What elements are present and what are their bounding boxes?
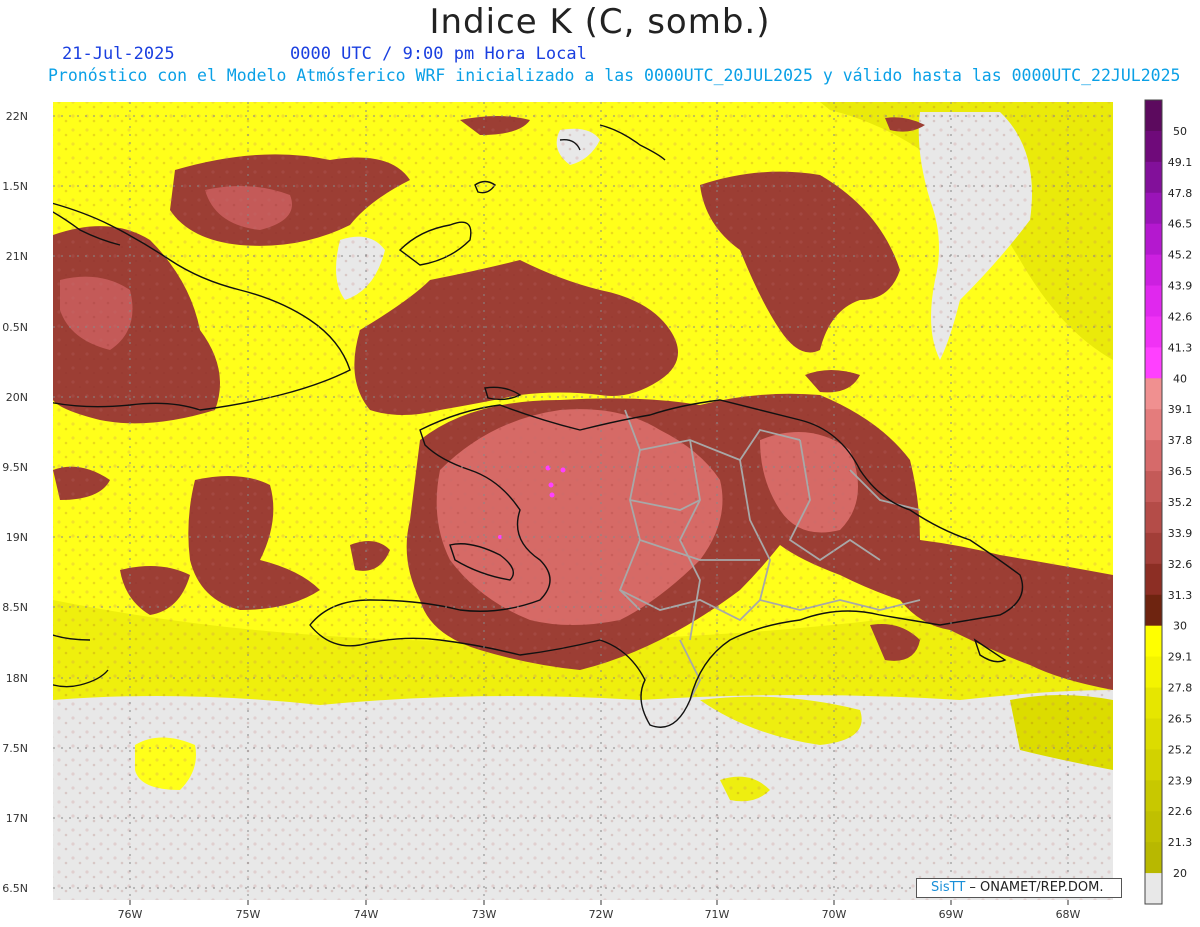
legend-swatch [1145,687,1162,719]
legend-label: 22.6 [1168,805,1193,818]
legend-swatch [1145,718,1162,750]
map-field [53,102,1113,900]
legend-label: 20 [1173,867,1187,880]
legend-swatch [1145,130,1162,163]
k-max-spot [548,482,554,488]
legend-label: 45.2 [1168,249,1193,262]
legend-label: 29.1 [1168,651,1193,664]
legend-swatch [1145,161,1162,194]
lat-label: 9.5N [2,461,28,474]
legend-label: 27.8 [1168,682,1193,695]
credit-org: – ONAMET/REP.DOM. [965,880,1104,895]
lon-label: 69W [939,908,964,921]
lat-label: 17N [6,812,28,825]
legend-swatch [1145,563,1162,596]
legend-swatch [1145,749,1162,781]
legend-swatch [1145,780,1162,812]
lat-label: 20N [6,391,28,404]
legend-label: 36.5 [1168,465,1193,478]
lat-label: 6.5N [2,882,28,895]
legend-label: 21.3 [1168,836,1193,849]
legend-label: 30 [1173,620,1187,633]
legend-label: 23.9 [1168,774,1193,787]
k-max-spot [549,492,555,498]
legend-label: 32.6 [1168,558,1193,571]
legend-label: 26.5 [1168,712,1193,725]
color-legend [1144,99,1163,905]
lon-labels: 76W 75W 74W 73W 72W 71W 70W 69W 68W [118,908,1081,921]
legend-labels: 50 49.1 47.8 46.5 45.2 43.9 42.6 41.3 40 39.1 37.8… [1168,125,1193,880]
lat-label: 0.5N [2,321,28,334]
legend-label: 50 [1173,125,1187,138]
lat-label: 18N [6,672,28,685]
legend-label: 33.9 [1168,527,1193,540]
legend-label: 47.8 [1168,187,1193,200]
lat-label: 22N [6,110,28,123]
legend-label: 46.5 [1168,218,1193,231]
k-index-map: 22N 1.5N 21N 0.5N 20N 9.5N 19N 8.5N 18N … [2,99,1193,921]
legend-swatch [1145,285,1162,317]
legend-label: 42.6 [1168,310,1193,323]
lon-label: 76W [118,908,143,921]
legend-swatch [1145,254,1162,287]
k-max-spot [560,467,566,473]
credit-box: SisTT – ONAMET/REP.DOM. [916,878,1122,898]
legend-swatch [1145,409,1162,441]
lat-label: 19N [6,531,28,544]
legend-label: 31.3 [1168,589,1193,602]
legend-label: 25.2 [1168,743,1193,756]
lon-label: 72W [589,908,614,921]
legend-swatch [1145,100,1162,132]
legend-swatch [1145,842,1162,874]
legend-swatch [1145,532,1162,565]
legend-label: 41.3 [1168,341,1193,354]
legend-swatch [1145,440,1162,472]
lon-label: 68W [1056,908,1081,921]
legend-label: 37.8 [1168,434,1193,447]
legend-swatch [1145,316,1162,348]
lon-label: 75W [236,908,261,921]
lon-label: 71W [705,908,730,921]
lat-label: 8.5N [2,601,28,614]
legend-label: 39.1 [1168,403,1193,416]
legend-swatch [1145,656,1162,689]
k-max-spot [545,465,551,471]
legend-label: 40 [1173,372,1187,385]
legend-label: 43.9 [1168,280,1193,293]
legend-swatch [1145,192,1162,225]
lon-label: 73W [472,908,497,921]
legend-swatch [1145,223,1162,256]
lat-label: 21N [6,250,28,263]
legend-swatch [1145,378,1162,410]
legend-swatch [1145,471,1162,503]
legend-label: 35.2 [1168,496,1193,509]
lat-label: 1.5N [2,180,28,193]
legend-swatch [1145,873,1162,905]
legend-swatch [1145,811,1162,843]
legend-label: 49.1 [1168,156,1193,169]
k-texture [53,102,1113,900]
lon-label: 74W [354,908,379,921]
legend-swatch [1145,502,1162,534]
lat-labels: 22N 1.5N 21N 0.5N 20N 9.5N 19N 8.5N 18N … [2,110,28,895]
legend-swatch [1145,347,1162,379]
credit-brand: SisTT [931,880,966,895]
lat-label: 7.5N [2,742,28,755]
legend-swatch [1145,625,1162,658]
legend-swatch [1145,594,1162,627]
lon-label: 70W [822,908,847,921]
